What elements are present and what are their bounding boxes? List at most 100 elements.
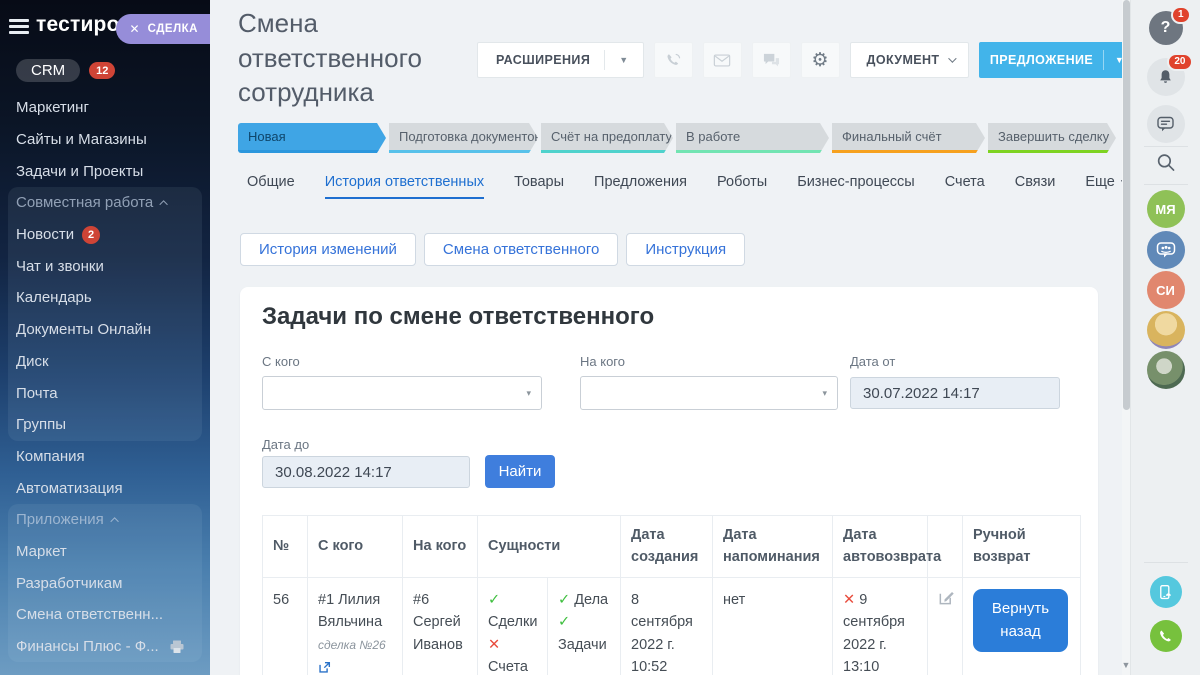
extensions-button[interactable]: РАСШИРЕНИЯ ▼ (477, 42, 644, 78)
vertical-scrollbar[interactable] (1122, 0, 1130, 675)
bitrix-crm-app: тестиров ✕ СДЕЛКА CRM 12 Маркетинг Сайты… (0, 0, 1200, 675)
date-from-input[interactable] (850, 377, 1060, 409)
avatar-user-3[interactable] (1147, 311, 1185, 349)
left-sidebar: тестиров ✕ СДЕЛКА CRM 12 Маркетинг Сайты… (0, 0, 210, 675)
stage-close-deal[interactable]: Завершить сделку (988, 123, 1116, 153)
sidebar-item-finance-plus[interactable]: Финансы Плюс - Ф... (8, 631, 202, 663)
close-icon[interactable]: ✕ (130, 23, 140, 35)
sidebar-item-marketing[interactable]: Маркетинг (0, 92, 210, 124)
notifications-button[interactable]: 20 (1147, 58, 1185, 96)
sidebar-item-mail[interactable]: Почта (8, 377, 202, 409)
cell-to: #6 Сергей Иванов (403, 578, 478, 675)
avatar-si[interactable]: СИ (1147, 271, 1185, 309)
sidebar-item-news[interactable]: Новости 2 (8, 219, 202, 251)
chat-lines-icon (1156, 115, 1175, 133)
sidebar-group-header-collaboration[interactable]: Совместная работа (8, 187, 202, 219)
cell-from: #1 Лилия Вяльчина сделка №26 (308, 578, 403, 675)
col-reminder: Дата напоминания (713, 516, 833, 578)
edit-icon[interactable] (938, 594, 955, 610)
instruction-button[interactable]: Инструкция (626, 233, 745, 266)
envelope-icon (713, 53, 731, 68)
sidebar-item-developers[interactable]: Разработчикам (8, 567, 202, 599)
email-button[interactable] (703, 42, 742, 78)
tab-general[interactable]: Общие (247, 174, 295, 199)
panel-title: Задачи по смене ответственного (262, 303, 654, 331)
tab-products[interactable]: Товары (514, 174, 564, 199)
news-badge: 2 (82, 226, 100, 244)
tab-robots[interactable]: Роботы (717, 174, 767, 199)
history-changes-button[interactable]: История изменений (240, 233, 416, 266)
dropdown-arrow-icon[interactable]: ▼ (605, 55, 642, 65)
chevron-up-icon (110, 517, 118, 525)
date-to-label: Дата до (262, 437, 309, 452)
sidebar-item-groups[interactable]: Группы (8, 409, 202, 441)
avatar-my[interactable]: МЯ (1147, 190, 1185, 228)
external-link-icon[interactable] (318, 662, 331, 675)
cell-reminder: нет (713, 578, 833, 675)
sidebar-item-responsible-change[interactable]: Смена ответственн... (8, 599, 202, 631)
cell-auto-return: ✕ 9 сентября 2022 г. 13:10 (833, 578, 928, 675)
date-from-label: Дата от (850, 354, 895, 369)
find-button[interactable]: Найти (485, 455, 555, 488)
detail-tabs: Общие История ответственных Товары Предл… (247, 174, 1095, 199)
search-button[interactable] (1155, 152, 1176, 178)
stage-docs-prep[interactable]: Подготовка документов (389, 123, 538, 153)
check-icon: ✓ (558, 592, 570, 608)
from-select[interactable]: ▾ (262, 376, 542, 410)
mobile-cloud-icon (1157, 584, 1174, 601)
bell-icon (1157, 68, 1174, 86)
stage-in-progress[interactable]: В работе (676, 123, 829, 153)
tab-more[interactable]: Еще (1085, 174, 1126, 199)
search-icon (1155, 152, 1176, 173)
sidebar-item-tasks[interactable]: Задачи и Проекты (0, 155, 210, 187)
scrollbar-thumb[interactable] (1123, 0, 1130, 410)
stage-new[interactable]: Новая (238, 123, 386, 153)
return-back-button[interactable]: Вернуть назад (973, 589, 1068, 652)
tab-responsible-history[interactable]: История ответственных (325, 174, 484, 199)
col-manual-return: Ручной возврат (963, 516, 1081, 578)
sidebar-group-header-applications[interactable]: Приложения (8, 504, 202, 536)
sidebar-item-market[interactable]: Маркет (8, 536, 202, 568)
sidebar-item-disk[interactable]: Диск (8, 346, 202, 378)
messenger-button[interactable] (1147, 105, 1185, 143)
sidebar-item-sites[interactable]: Сайты и Магазины (0, 124, 210, 156)
select-arrow-icon: ▾ (526, 388, 531, 399)
group-chat-icon (1155, 240, 1177, 260)
cell-entities-2: ✓ Дела ✓ Задачи (548, 578, 621, 675)
question-mark-icon: ? (1161, 19, 1171, 37)
sidebar-item-crm[interactable]: CRM 12 (16, 59, 115, 82)
col-entities: Сущности (478, 516, 621, 578)
crm-pill[interactable]: CRM (16, 59, 80, 82)
stage-final-invoice[interactable]: Финальный счёт (832, 123, 985, 153)
table-header-row: № С кого На кого Сущности Дата создания … (263, 516, 1081, 578)
phone-icon (664, 51, 683, 70)
sidebar-item-calendar[interactable]: Календарь (8, 282, 202, 314)
avatar-user-4[interactable] (1147, 351, 1185, 389)
call-button[interactable] (654, 42, 693, 78)
telephony-button[interactable] (1150, 620, 1182, 652)
chat-button[interactable] (752, 42, 791, 78)
settings-button[interactable]: ⚙ (801, 42, 840, 78)
sidebar-item-docs-online[interactable]: Документы Онлайн (8, 314, 202, 346)
tab-business-processes[interactable]: Бизнес-процессы (797, 174, 915, 199)
sidebar-item-automation[interactable]: Автоматизация (0, 472, 210, 504)
document-button[interactable]: ДОКУМЕНТ (850, 42, 970, 78)
sidebar-item-chat-calls[interactable]: Чат и звонки (8, 250, 202, 282)
sidebar-menu: Маркетинг Сайты и Магазины Задачи и Прое… (0, 92, 210, 662)
tab-links[interactable]: Связи (1015, 174, 1056, 199)
from-person: #1 Лилия Вяльчина (318, 592, 382, 630)
stage-prepayment-invoice[interactable]: Счёт на предоплату (541, 123, 673, 153)
to-select[interactable]: ▾ (580, 376, 838, 410)
deal-tag[interactable]: ✕ СДЕЛКА (116, 14, 210, 44)
tab-invoices[interactable]: Счета (945, 174, 985, 199)
sidebar-header: тестиров ✕ СДЕЛКА (0, 0, 210, 56)
mobile-app-button[interactable] (1150, 576, 1182, 608)
date-to-input[interactable] (262, 456, 470, 488)
change-responsible-button[interactable]: Смена ответственного (424, 233, 618, 266)
hamburger-menu-icon[interactable] (9, 19, 29, 37)
help-button[interactable]: ? 1 (1149, 11, 1183, 45)
tab-quotes[interactable]: Предложения (594, 174, 687, 199)
group-chat-button[interactable] (1147, 231, 1185, 269)
offer-button[interactable]: ПРЕДЛОЖЕНИЕ ▼ (979, 42, 1134, 78)
sidebar-item-company[interactable]: Компания (0, 441, 210, 473)
